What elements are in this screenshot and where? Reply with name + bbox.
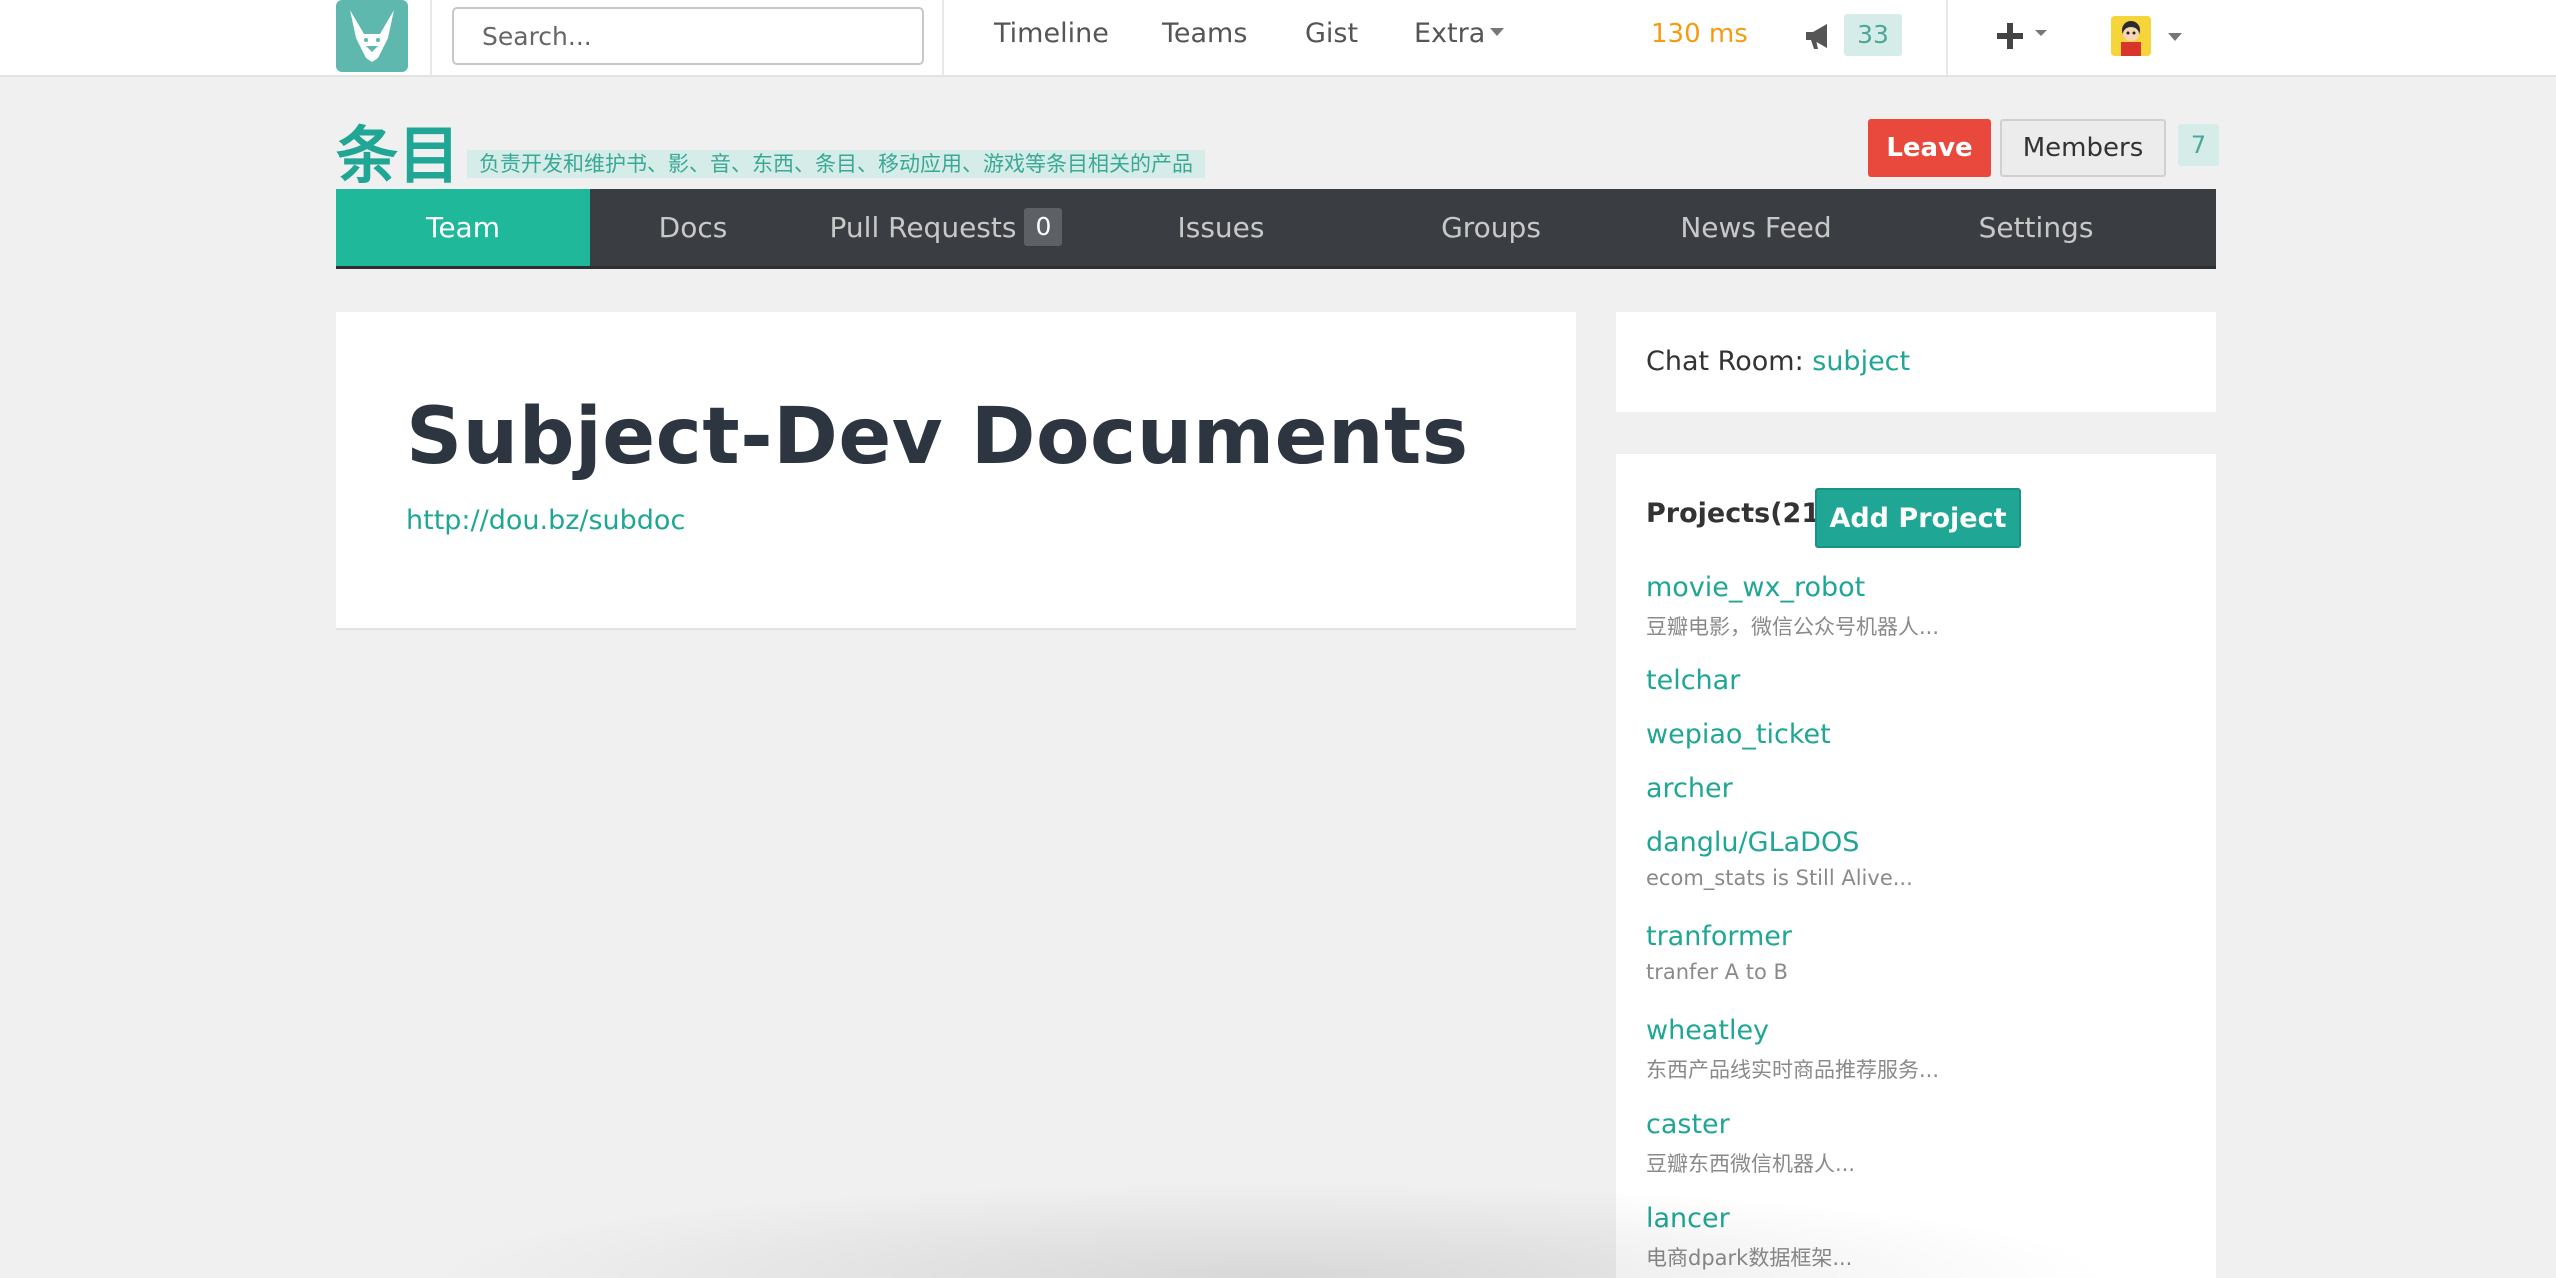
megaphone-icon[interactable] <box>1803 20 1835 52</box>
response-time: 130 ms <box>1651 19 1748 49</box>
project-link[interactable]: wheatley <box>1646 1015 1939 1046</box>
add-project-button[interactable]: Add Project <box>1815 488 2021 548</box>
project-link[interactable]: danglu/GLaDOS <box>1646 827 1913 858</box>
chat-room-link[interactable]: subject <box>1812 346 1910 377</box>
chevron-down-icon <box>1490 27 1505 36</box>
notification-count-badge[interactable]: 33 <box>1844 14 1902 56</box>
project-link[interactable]: movie_wx_robot <box>1646 572 1939 603</box>
nav-extra-label: Extra <box>1414 18 1486 49</box>
project-link[interactable]: caster <box>1646 1109 1855 1140</box>
doc-title: Subject-Dev Documents <box>406 392 1469 482</box>
nav-extra-dropdown[interactable]: Extra <box>1414 18 1505 49</box>
projects-card: Projects(21) Add Project movie_wx_robot … <box>1616 454 2216 1278</box>
nav-timeline-link[interactable]: Timeline <box>994 18 1109 49</box>
list-item: telchar <box>1646 665 1740 696</box>
chat-room-label: Chat Room: subject <box>1646 346 1910 377</box>
project-link[interactable]: archer <box>1646 773 1733 804</box>
list-item: wheatley 东西产品线实时商品推荐服务... <box>1646 1015 1939 1084</box>
project-description: tranfer A to B <box>1646 960 1788 984</box>
list-item: tranformer tranfer A to B <box>1646 921 1792 984</box>
team-title: 条目 <box>336 119 461 192</box>
navbar-divider <box>942 0 944 75</box>
tab-pull-requests[interactable]: Pull Requests 0 <box>796 189 1096 266</box>
project-link[interactable]: lancer <box>1646 1203 1852 1234</box>
project-description: 电商dpark数据框架... <box>1646 1246 1853 1270</box>
pull-requests-count-badge: 0 <box>1024 208 1063 246</box>
doc-link[interactable]: http://dou.bz/subdoc <box>406 505 685 536</box>
list-item: lancer 电商dpark数据框架... <box>1646 1203 1852 1272</box>
chat-room-card: Chat Room: subject <box>1616 312 2216 412</box>
top-navbar: Timeline Teams Gist Extra 130 ms 33 <box>0 0 2556 77</box>
tab-news-feed[interactable]: News Feed <box>1636 189 1876 266</box>
project-description: 豆瓣电影，微信公众号机器人... <box>1646 615 1940 639</box>
project-description: 豆瓣东西微信机器人... <box>1646 1152 1856 1176</box>
list-item: wepiao_ticket <box>1646 719 1831 750</box>
navbar-divider <box>430 0 432 75</box>
members-count-badge[interactable]: 7 <box>2178 124 2219 166</box>
team-doc-card: Subject-Dev Documents http://dou.bz/subd… <box>336 312 1576 630</box>
team-tabs: Team Docs Pull Requests 0 Issues Groups N… <box>336 189 2216 269</box>
create-menu-button[interactable] <box>1993 14 2055 58</box>
tab-groups[interactable]: Groups <box>1346 189 1636 266</box>
project-description: ecom_stats is Still Alive... <box>1646 866 1913 890</box>
list-item: movie_wx_robot 豆瓣电影，微信公众号机器人... <box>1646 572 1939 641</box>
projects-title: Projects(21) <box>1646 498 1833 529</box>
plus-icon <box>1997 23 2047 49</box>
chevron-down-icon[interactable] <box>2166 31 2184 43</box>
list-item: caster 豆瓣东西微信机器人... <box>1646 1109 1855 1178</box>
list-item: archer <box>1646 773 1733 804</box>
nav-teams-link[interactable]: Teams <box>1162 18 1247 49</box>
tab-pull-requests-label: Pull Requests <box>829 211 1017 244</box>
fox-logo-icon[interactable] <box>336 0 408 72</box>
search-input[interactable] <box>452 7 924 65</box>
project-link[interactable]: wepiao_ticket <box>1646 719 1831 750</box>
tab-team[interactable]: Team <box>336 189 590 266</box>
user-avatar[interactable] <box>2111 16 2151 56</box>
tab-settings[interactable]: Settings <box>1876 189 2196 266</box>
team-description: 负责开发和维护书、影、音、东西、条目、移动应用、游戏等条目相关的产品 <box>467 150 1205 178</box>
leave-team-button[interactable]: Leave <box>1868 119 1991 177</box>
project-link[interactable]: tranformer <box>1646 921 1792 952</box>
members-button[interactable]: Members <box>2000 119 2166 177</box>
tab-issues[interactable]: Issues <box>1096 189 1346 266</box>
chat-room-prefix: Chat Room: <box>1646 346 1813 377</box>
tab-docs[interactable]: Docs <box>590 189 796 266</box>
project-link[interactable]: telchar <box>1646 665 1740 696</box>
nav-gist-link[interactable]: Gist <box>1305 18 1358 49</box>
list-item: danglu/GLaDOS ecom_stats is Still Alive.… <box>1646 827 1913 890</box>
project-description: 东西产品线实时商品推荐服务... <box>1646 1058 1940 1082</box>
navbar-divider <box>1946 0 1948 75</box>
